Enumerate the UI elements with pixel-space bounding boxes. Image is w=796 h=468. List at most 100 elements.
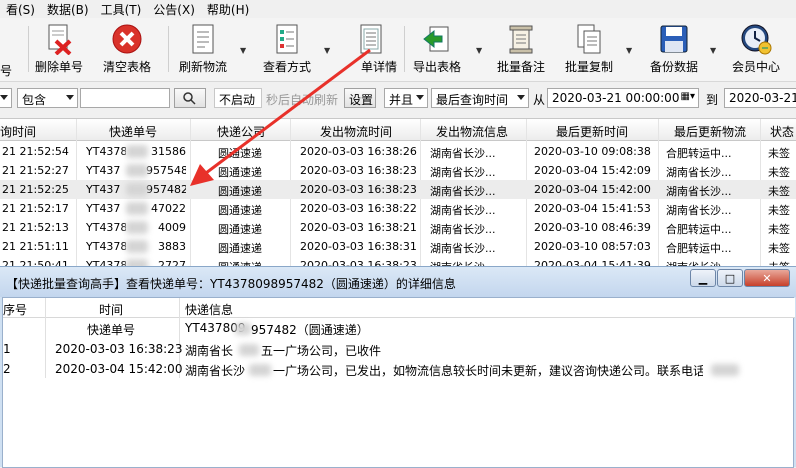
col-query-time[interactable]: 询时间 [0, 123, 40, 140]
redaction-blur [126, 202, 148, 215]
menu-help[interactable]: 帮助(H) [207, 1, 249, 18]
detail-dialog: 【快递批量查询高手】查看快递单号：YT4378098957482（圆通速递）的详… [0, 266, 796, 468]
from-datetime-input[interactable]: 2020-03-21 00:00:00 ▦▾ [547, 88, 699, 108]
clear-table-button[interactable]: 清空表格 [100, 22, 154, 78]
batch-copy-button[interactable]: 批量复制 [562, 22, 616, 78]
cell-status: 未签 [768, 185, 790, 198]
close-icon: ✕ [762, 271, 772, 285]
cell-send-info: 湖南省长沙... [430, 223, 496, 236]
toolbar-separator [168, 26, 169, 72]
dialog-title: 【快递批量查询高手】查看快递单号：YT4378098957482（圆通速递）的详… [6, 277, 456, 291]
backup-dropdown-icon[interactable]: ▼ [710, 46, 716, 55]
menu-data[interactable]: 数据(B) [47, 1, 89, 18]
detail-table-header: 序号 时间 快递信息 [3, 298, 795, 318]
member-center-button[interactable]: 会员中心 [728, 22, 784, 78]
col-send-info[interactable]: 发出物流信息 [422, 123, 522, 140]
cell-tracking-prefix: YT437 [86, 183, 121, 196]
col-last-update-info[interactable]: 最后更新物流 [660, 123, 760, 140]
results-table: 询时间 快递单号 快递公司 发出物流时间 发出物流信息 最后更新时间 最后更新物… [0, 118, 796, 270]
from-datetime-value: 2020-03-21 00:00:00 [552, 91, 680, 105]
menu-tools[interactable]: 工具(T) [101, 1, 142, 18]
cell-last-update-info: 湖南省长沙... [666, 166, 732, 179]
export-table-button[interactable]: 导出表格 [410, 22, 464, 78]
cell-tracking-suffix: 47022 [151, 202, 186, 215]
to-datetime-input[interactable]: 2020-03-21 ... [724, 88, 796, 108]
cell-status: 未签 [768, 242, 790, 255]
search-input[interactable] [80, 88, 170, 108]
cell-send-time: 2020-03-03 16:38:21 [300, 221, 417, 234]
cell-courier: 圆通速递 [218, 223, 262, 236]
delete-number-button[interactable]: 删除单号 [34, 22, 84, 78]
export-green-arrow-icon [420, 22, 454, 56]
redaction-blur [711, 364, 739, 376]
copy-dropdown-icon[interactable]: ▼ [626, 46, 632, 55]
cell-tracking-prefix: YT437 [86, 164, 121, 177]
cell-send-info: 湖南省长沙... [430, 185, 496, 198]
minimize-button[interactable]: ▁ [690, 269, 716, 287]
detail-time: 2020-03-03 16:38:23 [55, 342, 183, 356]
redaction-blur [126, 221, 148, 234]
minimize-icon: ▁ [698, 271, 708, 285]
member-center-label: 会员中心 [731, 60, 780, 74]
cell-courier: 圆通速递 [218, 242, 262, 255]
chevron-down-icon [0, 95, 8, 100]
detail-index: 1 [3, 342, 11, 356]
batch-note-button[interactable]: 批量备注 [494, 22, 548, 78]
detail-info-part-a: 湖南省长 [185, 344, 234, 358]
col-status[interactable]: 状态 [762, 123, 796, 140]
logic-select[interactable]: 并且 [384, 88, 428, 108]
tracking-number-row[interactable]: 快递单号 YT437809 957482（圆通速递） [3, 319, 795, 338]
filter-bar: 包含 不启动 秒后自动刷新 设置 并且 最后查询时间 从 2020-03-21 … [0, 84, 796, 112]
cell-send-time: 2020-03-03 16:38:22 [300, 202, 417, 215]
menu-notice[interactable]: 公告(X) [153, 1, 195, 18]
menu-view[interactable]: 看(S) [6, 1, 35, 18]
cell-last-update-info: 湖南省长沙... [666, 185, 732, 198]
backup-data-button[interactable]: 备份数据 [646, 22, 702, 78]
clear-red-x-icon [110, 22, 144, 56]
cell-last-update-time: 2020-03-04 15:41:53 [534, 202, 651, 215]
table-row[interactable]: 21 21:51:11 YT43780 3883 圆通速递 2020-03-03 16:… [0, 237, 796, 256]
cell-last-update-time: 2020-03-04 15:42:00 [534, 183, 651, 196]
cell-tracking-suffix: 3883 [158, 240, 186, 253]
cell-send-info: 湖南省长沙... [430, 204, 496, 217]
calendar-icon[interactable]: ▦▾ [681, 91, 695, 102]
cell-status: 未签 [768, 204, 790, 217]
detail-row[interactable]: 2 2020-03-04 15:42:00 湖南省长沙 一广场公司，已发出，如物… [3, 360, 795, 379]
cell-courier: 圆通速递 [218, 204, 262, 217]
col-time: 时间 [99, 303, 124, 317]
cell-status: 未签 [768, 166, 790, 179]
detail-table: 序号 时间 快递信息 快递单号 YT437809 957482（圆通速递） 1 … [2, 297, 795, 468]
col-tracking-number[interactable]: 快递单号 [78, 123, 188, 140]
table-row[interactable]: 21 21:52:54YT4378031586圆通速递2020-03-03 16… [0, 142, 796, 161]
to-datetime-value: 2020-03-21 ... [729, 91, 796, 105]
cell-last-update-time: 2020-03-10 08:57:03 [534, 240, 651, 253]
cell-status: 未签 [768, 147, 790, 160]
cell-status: 未签 [768, 223, 790, 236]
field-select[interactable] [0, 88, 12, 108]
cell-query-time: 21 21:52:54 [2, 145, 69, 158]
close-button[interactable]: ✕ [744, 269, 790, 287]
menu-bar: 看(S) 数据(B) 工具(T) 公告(X) 帮助(H) [0, 0, 796, 18]
table-row[interactable]: 21 21:52:25 YT437 957482 圆通速递 2020-03-03 16:… [0, 180, 796, 199]
redaction-blur [126, 240, 148, 253]
time-field-value: 最后查询时间 [436, 93, 509, 107]
export-dropdown-icon[interactable]: ▼ [476, 46, 482, 55]
detail-row[interactable]: 1 2020-03-03 16:38:23 湖南省长 五一广场公司，已收件 [3, 340, 795, 359]
time-field-select[interactable]: 最后查询时间 [431, 88, 529, 108]
col-last-update-time[interactable]: 最后更新时间 [530, 123, 654, 140]
table-row[interactable]: 21 21:52:13 YT43781 4009 圆通速递 2020-03-03 16:… [0, 218, 796, 237]
match-mode-select[interactable]: 包含 [17, 88, 78, 108]
tracking-number-part-b: 957482（圆通速递） [251, 323, 369, 337]
detail-index: 2 [3, 362, 11, 376]
cell-last-update-info: 合肥转运中... [666, 147, 732, 160]
table-row[interactable]: 21 21:52:27 YT437 957548 圆通速递 2020-03-03 16:… [0, 161, 796, 180]
redaction-blur [126, 183, 148, 196]
match-mode-value: 包含 [22, 93, 47, 107]
detail-info-part-b: 一广场公司，已发出，如物流信息较长时间未更新，建议咨询快递公司。联系电话： [273, 364, 703, 378]
maximize-button[interactable]: □ [717, 269, 743, 287]
note-scroll-icon [504, 22, 538, 56]
dialog-title-bar[interactable]: 【快递批量查询高手】查看快递单号：YT4378098957482（圆通速递）的详… [0, 267, 796, 297]
chevron-down-icon [66, 95, 74, 100]
table-row[interactable]: 21 21:52:17 YT437 47022 圆通速递 2020-03-03 16:3… [0, 199, 796, 218]
clear-table-label: 清空表格 [102, 60, 151, 74]
